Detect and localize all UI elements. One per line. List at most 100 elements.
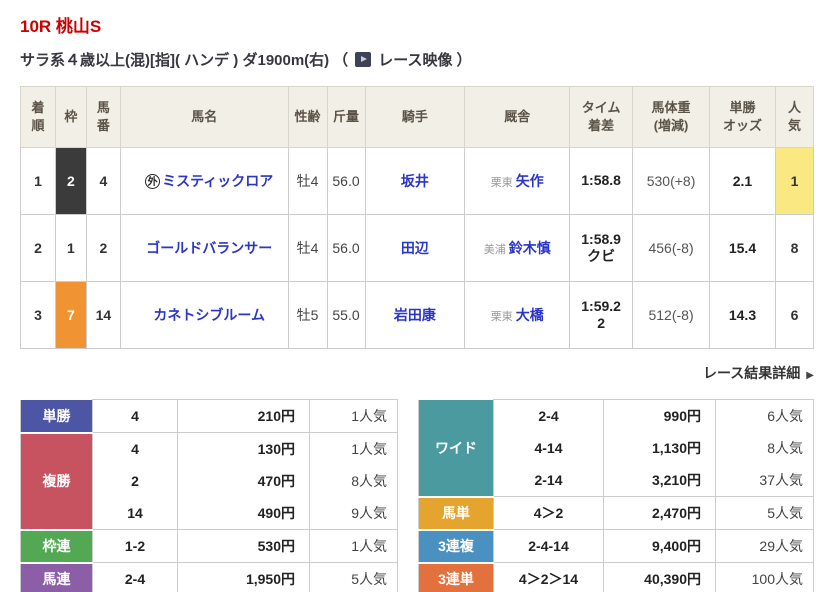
page-title: 10R 桃山S — [20, 17, 102, 36]
payout-amount: 530円 — [257, 538, 295, 554]
col-header-name: 馬名 — [119, 86, 289, 148]
body-weight: 512(-8) — [632, 281, 711, 349]
sex-age: 牡5 — [287, 281, 328, 349]
payout-amount: 2,470円 — [651, 505, 701, 521]
col-header-time: タイム 着差 — [569, 86, 634, 148]
paren-close: ） — [456, 52, 472, 69]
combination: 4-14 — [534, 440, 563, 456]
stable-region: 美浦 — [483, 244, 506, 256]
results-header-row: 着順 枠 馬番 馬名 性齢 斤量 騎手 厩舎 タイム 着差 馬体重 (増減) 単勝オ… — [20, 86, 815, 148]
body-weight: 530(+8) — [632, 147, 711, 215]
payout-amount: 1,130円 — [651, 440, 701, 456]
jockey-cell: 田辺 — [364, 214, 466, 282]
bet-type-label: 単勝 — [20, 399, 93, 434]
stable-cell: 栗東 矢作 — [464, 147, 571, 215]
payout-row-place: 複勝 4 2 14 130円 470円 490円 1人気 8人気 9人気 — [20, 432, 398, 531]
combination: 2-4-14 — [528, 538, 569, 554]
combination: 1-2 — [124, 538, 146, 554]
arrow-right-icon: ▶ — [806, 370, 814, 381]
jockey-link[interactable]: 岩田康 — [394, 307, 436, 323]
horse-number: 4 — [85, 147, 121, 215]
payout-row-trifecta: 3連単 4＞2＞14 40,390円 100人気 — [418, 562, 814, 592]
trainer-link[interactable]: 鈴木慎 — [509, 240, 551, 256]
col-header-weight: 斤量 — [326, 86, 366, 148]
race-result-detail-link[interactable]: レース結果詳細 ▶ — [20, 363, 814, 383]
col-header-sexage: 性齢 — [287, 86, 328, 148]
carried-weight: 55.0 — [326, 281, 366, 349]
horse-name-cell: カネトシブルーム — [119, 281, 289, 349]
video-play-icon[interactable] — [355, 52, 372, 67]
col-header-odds: 単勝 オッズ — [709, 86, 776, 148]
frame-number: 1 — [54, 214, 87, 282]
bet-type-label: ワイド — [418, 399, 494, 498]
payout-row-trio: 3連複 2-4-14 9,400円 29人気 — [418, 529, 814, 564]
body-weight: 456(-8) — [632, 214, 711, 282]
jockey-link[interactable]: 田辺 — [401, 240, 429, 256]
paren-open: （ — [333, 52, 349, 69]
bet-type-label: 枠連 — [20, 529, 93, 564]
combination: 4＞2 — [533, 505, 564, 521]
trainer-link[interactable]: 大橋 — [516, 307, 544, 323]
horse-name-link[interactable]: ミスティックロア — [162, 173, 273, 189]
horse-number: 2 — [85, 214, 121, 282]
payout-popularity: 8人気 — [351, 473, 387, 489]
horse-name-link[interactable]: カネトシブルーム — [153, 307, 265, 323]
finish-position: 2 — [20, 214, 56, 282]
stable-cell: 美浦 鈴木慎 — [464, 214, 571, 282]
time-margin-cell: 1:58.8 — [569, 147, 634, 215]
payout-amount: 9,400円 — [651, 538, 701, 554]
race-results-table: 着順 枠 馬番 馬名 性齢 斤量 騎手 厩舎 タイム 着差 馬体重 (増減) 単勝オ… — [20, 86, 815, 349]
payout-popularity: 1人気 — [351, 408, 387, 424]
stable-region: 栗東 — [490, 177, 513, 189]
horse-name-link[interactable]: ゴールドバランサー — [146, 240, 272, 256]
payout-popularity: 29人気 — [759, 538, 803, 554]
horse-number: 14 — [85, 281, 121, 349]
col-header-frame: 枠 — [54, 86, 87, 148]
bet-type-label: 3連単 — [418, 562, 494, 592]
result-row-3: 3 7 14 カネトシブルーム 牡5 55.0 岩田康 栗東 大橋 1:59.2 2… — [20, 281, 815, 349]
payout-row-bracket-quinella: 枠連 1-2 530円 1人気 — [20, 529, 398, 564]
payout-amount: 40,390円 — [644, 571, 701, 587]
result-row-1: 1 2 4 外ミスティックロア 牡4 56.0 坂井 栗東 矢作 1:58.8 5… — [20, 147, 815, 215]
jockey-link[interactable]: 坂井 — [401, 173, 429, 189]
stable-cell: 栗東 大橋 — [464, 281, 571, 349]
payout-amount: 210円 — [257, 408, 295, 424]
payout-popularity: 5人気 — [351, 571, 387, 587]
horse-name-cell: 外ミスティックロア — [119, 147, 289, 215]
frame-number: 7 — [54, 281, 87, 349]
foreign-bred-mark: 外 — [145, 174, 161, 189]
combination: 2 — [131, 473, 139, 489]
horse-name-cell: ゴールドバランサー — [119, 214, 289, 282]
payout-section: 単勝 4 210円 1人気 複勝 4 2 14 130円 470円 490円 1… — [20, 399, 814, 592]
payout-popularity: 9人気 — [351, 505, 387, 521]
carried-weight: 56.0 — [326, 147, 366, 215]
race-conditions: サラ系４歳以上(混)[指]( ハンデ ) ダ1900m(右) （ レース映像 ） — [20, 49, 814, 70]
col-header-bodyweight: 馬体重 (増減) — [632, 86, 711, 148]
time-margin-cell: 1:58.9 クビ — [569, 214, 634, 282]
col-header-popularity: 人気 — [774, 86, 815, 148]
popularity-rank: 1 — [774, 147, 815, 215]
payout-amount: 490円 — [257, 505, 295, 521]
popularity-rank: 6 — [774, 281, 815, 349]
trainer-link[interactable]: 矢作 — [516, 173, 544, 189]
frame-number: 2 — [54, 147, 87, 215]
payout-amount: 470円 — [257, 473, 295, 489]
payout-row-win: 単勝 4 210円 1人気 — [20, 399, 398, 434]
win-odds: 14.3 — [709, 281, 776, 349]
payout-table-left: 単勝 4 210円 1人気 複勝 4 2 14 130円 470円 490円 1… — [20, 399, 398, 592]
sex-age: 牡4 — [287, 147, 328, 215]
bet-type-label: 馬単 — [418, 496, 494, 531]
result-row-2: 2 1 2 ゴールドバランサー 牡4 56.0 田辺 美浦 鈴木慎 1:58.9 ク… — [20, 214, 815, 282]
sex-age: 牡4 — [287, 214, 328, 282]
payout-row-wide: ワイド 2-4 4-14 2-14 990円 1,130円 3,210円 6人気… — [418, 399, 814, 498]
combination: 2-14 — [534, 472, 563, 488]
payout-popularity: 5人気 — [767, 505, 803, 521]
payout-amount: 130円 — [257, 441, 295, 457]
payout-popularity: 100人気 — [751, 571, 803, 587]
payout-popularity: 37人気 — [759, 472, 803, 488]
race-video-link[interactable]: レース映像 — [378, 49, 452, 70]
payout-amount: 990円 — [663, 408, 701, 424]
combination: 2-4 — [124, 571, 146, 587]
payout-row-exacta: 馬単 4＞2 2,470円 5人気 — [418, 496, 814, 531]
bet-type-label: 複勝 — [20, 432, 93, 531]
